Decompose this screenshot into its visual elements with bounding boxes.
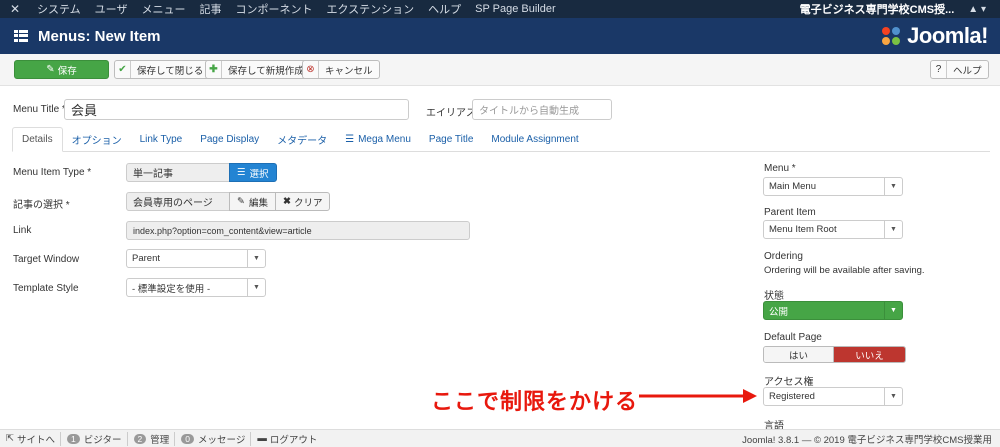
toolbar: ✎ 保存 ✔ 保存して閉じる ✚ 保存して新規作成 ⊗ キャンセル ? ヘルプ (0, 54, 1000, 86)
cancel-button[interactable]: ⊗ キャンセル (302, 60, 380, 79)
topmenu-system[interactable]: システム (30, 1, 88, 17)
user-icon[interactable]: ▲ ▾ (962, 4, 1000, 15)
article-field: 会員専用のページ (126, 192, 230, 211)
default-page-label: Default Page (764, 332, 822, 343)
topmenu-components[interactable]: コンポーネント (228, 1, 319, 17)
joomla-logo-icon[interactable]: ✕ (0, 2, 30, 16)
caret-down-icon: ▼ (247, 279, 265, 296)
topmenu-users[interactable]: ユーザ (88, 1, 135, 17)
plus-icon: ✚ (206, 61, 222, 78)
select-type-button[interactable]: ☰ 選択 (229, 163, 277, 182)
external-link-icon: ⇱ (6, 433, 14, 444)
status-label: 状態 (764, 291, 784, 302)
menu-select[interactable]: Main Menu ▼ (763, 177, 903, 196)
edit-icon: ✎ (237, 196, 245, 207)
tab-options[interactable]: オプション (63, 127, 131, 151)
status-select[interactable]: 公開 ▼ (763, 301, 903, 320)
alias-label: エイリアス (426, 108, 476, 119)
visitors-link[interactable]: 1 ビジター (61, 431, 128, 446)
admin-link[interactable]: 2 管理 (128, 431, 176, 446)
tab-bar: Details オプション Link Type Page Display メタデ… (12, 127, 990, 152)
clear-article-button[interactable]: ✖ クリア (275, 192, 331, 211)
tab-link-type[interactable]: Link Type (131, 127, 192, 151)
save-new-button[interactable]: ✚ 保存して新規作成 (205, 60, 311, 79)
cancel-icon: ⊗ (303, 61, 319, 78)
topmenu-sp-page-builder[interactable]: SP Page Builder (468, 3, 563, 15)
page-header: Menus: New Item Joomla! (0, 18, 1000, 54)
tab-page-title[interactable]: Page Title (420, 127, 482, 151)
topmenu-content[interactable]: 記事 (192, 1, 228, 17)
menu-item-type-field: 単一記事 (126, 163, 230, 182)
ordering-label: Ordering (764, 251, 803, 262)
help-button[interactable]: ? ヘルプ (930, 60, 989, 79)
parent-item-label: Parent Item (764, 207, 816, 218)
joomla-brand-text: Joomla! (907, 23, 988, 48)
admin-badge: 2 (133, 433, 147, 444)
link-field: index.php?option=com_content&view=articl… (126, 221, 470, 240)
joomla-brand-icon (882, 27, 901, 45)
caret-down-icon: ▼ (884, 221, 902, 238)
menu-list-icon (14, 29, 28, 43)
caret-down-icon: ▼ (884, 178, 902, 195)
edit-article-button[interactable]: ✎ 編集 (229, 192, 276, 211)
default-yes-button[interactable]: はい (764, 347, 834, 362)
template-style-select[interactable]: - 標準設定を使用 - ▼ (126, 278, 266, 297)
tab-mega-menu[interactable]: ☰ Mega Menu (336, 127, 420, 151)
list-icon: ☰ (345, 133, 355, 145)
target-window-select[interactable]: Parent ▼ (126, 249, 266, 268)
tab-metadata[interactable]: メタデータ (268, 127, 336, 151)
list-icon: ☰ (237, 167, 246, 178)
save-icon: ✎ (46, 64, 55, 75)
top-navbar: ✕ システム ユーザ メニュー 記事 コンポーネント エクステンション ヘルプ … (0, 0, 1000, 18)
tab-details[interactable]: Details (12, 127, 63, 152)
tab-module-assignment[interactable]: Module Assignment (482, 127, 587, 151)
access-label: アクセス権 (764, 377, 814, 388)
caret-down-icon: ▼ (884, 388, 902, 405)
joomla-brand: Joomla! (879, 23, 988, 49)
page-title: Menus: New Item (38, 27, 161, 45)
alias-input[interactable]: タイトルから自動生成 (472, 99, 612, 120)
question-icon: ? (931, 61, 947, 78)
site-name-link[interactable]: 電子ビジネス専門学校CMS授... (800, 1, 963, 17)
topmenu-menus[interactable]: メニュー (134, 1, 192, 17)
menu-title-input[interactable]: 会員 (64, 99, 409, 120)
target-window-label: Target Window (13, 254, 80, 265)
logout-link[interactable]: ▬ ログアウト (251, 432, 322, 446)
link-label: Link (13, 225, 32, 236)
topmenu-extensions[interactable]: エクステンション (319, 1, 421, 17)
menu-title-label: Menu Title * (13, 104, 66, 115)
caret-down-icon: ▼ (247, 250, 265, 267)
access-select[interactable]: Registered ▼ (763, 387, 903, 406)
save-close-button[interactable]: ✔ 保存して閉じる (114, 60, 211, 79)
annotation-arrow-icon (639, 389, 757, 403)
visitors-badge: 1 (66, 433, 80, 444)
save-button[interactable]: ✎ 保存 (14, 60, 109, 79)
menu-item-type-label: Menu Item Type * (13, 167, 92, 178)
status-bar: ⇱ サイトへ 1 ビジター 2 管理 0 メッセージ ▬ ログアウト Jooml… (0, 429, 1000, 447)
tab-page-display[interactable]: Page Display (191, 127, 268, 151)
article-label: 記事の選択 * (13, 200, 70, 211)
messages-badge: 0 (181, 433, 195, 444)
view-site-link[interactable]: ⇱ サイトへ (0, 431, 61, 446)
template-style-label: Template Style (13, 283, 79, 294)
default-no-button[interactable]: いいえ (834, 347, 905, 362)
copyright-text: Joomla! 3.8.1 — © 2019 電子ビジネス専門学校CMS授業用 (742, 434, 992, 446)
default-page-toggle: はい いいえ (763, 346, 906, 363)
annotation-text: ここで制限をかける (431, 389, 639, 414)
topmenu-help[interactable]: ヘルプ (421, 1, 468, 17)
minus-icon: ▬ (257, 433, 267, 444)
caret-down-icon: ▼ (884, 302, 902, 319)
menu-label: Menu * (764, 163, 796, 174)
close-icon: ✖ (283, 196, 291, 207)
check-icon: ✔ (115, 61, 131, 78)
ordering-text: Ordering will be available after saving. (764, 265, 925, 276)
parent-item-select[interactable]: Menu Item Root ▼ (763, 220, 903, 239)
messages-link[interactable]: 0 メッセージ (175, 431, 252, 446)
